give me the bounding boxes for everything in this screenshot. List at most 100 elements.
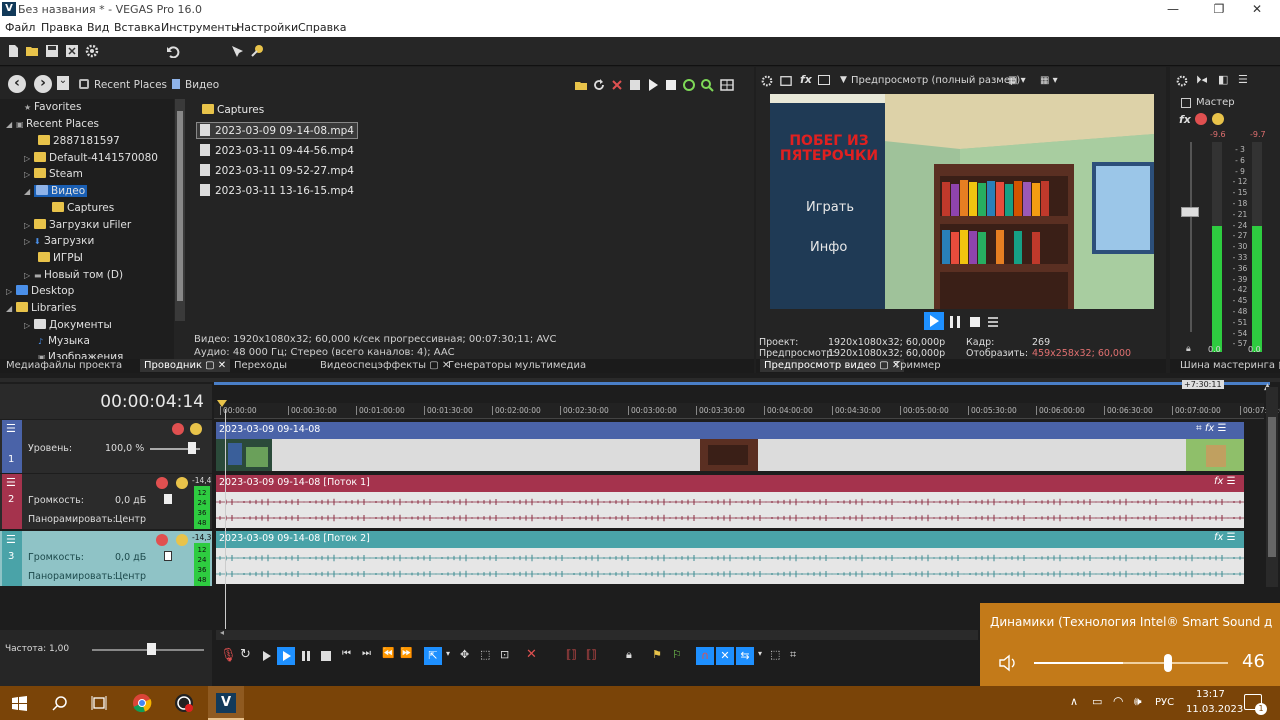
task-view-icon[interactable] <box>91 695 107 711</box>
tree-recent-places[interactable]: ◢ ▣ Recent Places <box>6 118 99 130</box>
tab-transitions[interactable]: Переходы <box>234 360 287 371</box>
loop-region-bar[interactable] <box>214 382 1270 385</box>
audio-clip-2-waveform[interactable] <box>216 548 1244 584</box>
pause-icon[interactable] <box>300 650 312 662</box>
lock-icon[interactable]: 🔒︎ <box>1186 344 1191 354</box>
track-header-audio-2[interactable]: ☰ 3 -14,3 Громкость: 0,0 дБ Панорамирова… <box>0 531 212 586</box>
rate-slider-handle[interactable] <box>147 643 156 655</box>
history-dropdown[interactable]: ⌄ <box>57 76 69 90</box>
ignore-grouping-icon[interactable]: ⌗ <box>790 648 796 662</box>
minimize-button[interactable]: — <box>1150 0 1196 19</box>
track-menu-icon[interactable]: ☰ <box>6 476 16 489</box>
envelope-tool-icon[interactable]: ✥ <box>460 648 469 661</box>
tray-chevron-icon[interactable]: ∧ <box>1070 695 1078 708</box>
audio-device-name[interactable]: Динамики (Технология Intel® Smart Sound … <box>990 615 1272 629</box>
solo-icon[interactable] <box>176 534 188 546</box>
volume-slider-thumb[interactable] <box>1163 654 1172 672</box>
tree-folder-downloads[interactable]: ▷ ⬇ Загрузки <box>24 235 94 247</box>
solo-icon[interactable] <box>190 423 202 435</box>
wifi-icon[interactable]: ◠ <box>1113 694 1123 708</box>
grid-icon[interactable]: ▦ ▾ <box>1040 75 1058 86</box>
volume-slider-handle[interactable] <box>164 551 172 561</box>
mute-icon[interactable] <box>156 534 168 546</box>
close-button[interactable]: ✕ <box>1234 0 1280 19</box>
track-header-audio-1[interactable]: ☰ 2 -14,4 Громкость: 0,0 дБ Панорамирова… <box>0 474 212 529</box>
tree-libraries[interactable]: ◢ Libraries <box>6 302 76 314</box>
previous-frame-icon[interactable]: ⏪ <box>382 648 394 659</box>
fx-icon[interactable]: fx <box>1179 113 1191 126</box>
fx-icon[interactable]: fx ☰ <box>1214 532 1236 543</box>
track-header-video[interactable]: ☰ 1 Уровень: 100,0 % <box>0 420 212 473</box>
timecode-display[interactable]: 00:00:04:14 <box>100 392 204 412</box>
region-icon[interactable]: ⚐ <box>672 648 682 661</box>
menu-tools[interactable]: Инструменты <box>161 21 240 34</box>
file-folder-captures[interactable]: Captures <box>202 104 264 116</box>
auto-crossfade-icon[interactable]: ✕ <box>716 647 734 665</box>
lock-icon[interactable]: 🔒︎ <box>626 648 632 662</box>
edit-tool-dropdown-icon[interactable]: ▾ <box>446 649 450 658</box>
marker-icon[interactable]: ⚑ <box>652 648 662 661</box>
tab-trimmer[interactable]: Триммер <box>894 360 941 371</box>
gear-icon[interactable] <box>1176 75 1188 87</box>
new-file-icon[interactable] <box>6 44 20 58</box>
go-to-end-icon[interactable]: ⏭ <box>362 648 371 659</box>
tab-master-bus[interactable]: Шина мастеринга ▢ <box>1180 360 1280 371</box>
views-icon[interactable] <box>720 78 734 92</box>
clock-time[interactable]: 13:17 <box>1196 689 1225 700</box>
tab-video-preview[interactable]: Предпросмотр видео ▢ ✕ <box>760 359 905 372</box>
normal-edit-tool-icon[interactable]: ⇱ <box>424 647 442 665</box>
search-icon[interactable] <box>700 78 714 92</box>
tab-media-generators[interactable]: Генераторы мультимедиа <box>448 360 586 371</box>
tab-explorer[interactable]: Проводник ▢ ✕ <box>140 359 231 372</box>
file-item-selected[interactable]: 2023-03-09 09-14-08.mp4 <box>196 122 358 139</box>
tree-images[interactable]: ▣ Изображения <box>38 351 123 359</box>
tab-video-fx[interactable]: Видеоспецэффекты ▢ ✕ <box>320 360 450 371</box>
preview-mode[interactable]: Предпросмотр (полный размер) <box>851 75 1020 86</box>
menu-icon[interactable] <box>986 315 1000 329</box>
save-icon[interactable] <box>45 44 59 58</box>
menu-edit[interactable]: Правка <box>41 21 83 34</box>
tree-folder-captures[interactable]: Captures <box>52 202 114 214</box>
stop-icon[interactable] <box>664 78 678 92</box>
file-item[interactable]: 2023-03-11 09-52-27.mp4 <box>200 164 354 177</box>
speaker-icon[interactable] <box>998 654 1018 672</box>
lock-envelopes-icon[interactable]: ⬚ <box>770 648 780 661</box>
audio-clip-2-header[interactable]: 2023-03-09 09-14-08 [Поток 2] <box>216 531 1244 548</box>
mute-icon[interactable] <box>156 477 168 489</box>
fx-icon[interactable]: fx <box>800 73 812 86</box>
cursor-marker[interactable] <box>217 400 227 407</box>
dim-icon[interactable]: ◧ <box>1218 73 1228 86</box>
network-icon[interactable]: ▭ <box>1092 695 1102 708</box>
zoom-tool-icon[interactable]: ⊡ <box>500 648 509 661</box>
notification-center-icon[interactable]: 1 <box>1244 694 1267 715</box>
preview-play-button[interactable] <box>924 312 944 330</box>
file-item[interactable]: 2023-03-11 09-44-56.mp4 <box>200 144 354 157</box>
crop-icon[interactable]: ⌗ fx ☰ <box>1196 423 1226 434</box>
back-button[interactable]: ‹ <box>8 75 26 93</box>
volume-slider-handle[interactable] <box>164 494 172 504</box>
gear-icon[interactable] <box>761 75 773 87</box>
search-icon[interactable] <box>52 695 68 711</box>
play-from-start-icon[interactable] <box>260 650 272 662</box>
location-current[interactable]: Видео <box>185 79 219 91</box>
tree-folder-2887181597[interactable]: 2887181597 <box>38 135 120 147</box>
tree-scrollbar[interactable] <box>175 99 185 321</box>
mute-icon[interactable] <box>1195 113 1207 125</box>
level-slider-handle[interactable] <box>188 442 196 454</box>
video-clip-body[interactable] <box>216 439 1244 471</box>
tree-folder-games[interactable]: ИГРЫ <box>38 252 83 264</box>
ripple-dropdown-icon[interactable]: ▾ <box>758 649 762 658</box>
playhead-line[interactable] <box>225 409 226 629</box>
vegas-taskbar-button[interactable]: V <box>208 686 244 720</box>
up-folder-icon[interactable] <box>574 78 588 92</box>
menu-settings[interactable]: Настройки <box>236 21 298 34</box>
tree-folder-steam[interactable]: ▷ Steam <box>24 168 83 180</box>
timeline-vscrollbar[interactable] <box>1266 387 1278 587</box>
delete-icon[interactable] <box>610 78 624 92</box>
track-menu-icon[interactable]: ☰ <box>6 533 16 546</box>
open-folder-icon[interactable] <box>25 44 39 58</box>
menu-insert[interactable]: Вставка <box>114 21 161 34</box>
volume-icon[interactable]: 🕪︎ <box>1134 694 1142 709</box>
forward-button[interactable]: › <box>34 75 52 93</box>
select-tool-icon[interactable] <box>230 44 244 58</box>
